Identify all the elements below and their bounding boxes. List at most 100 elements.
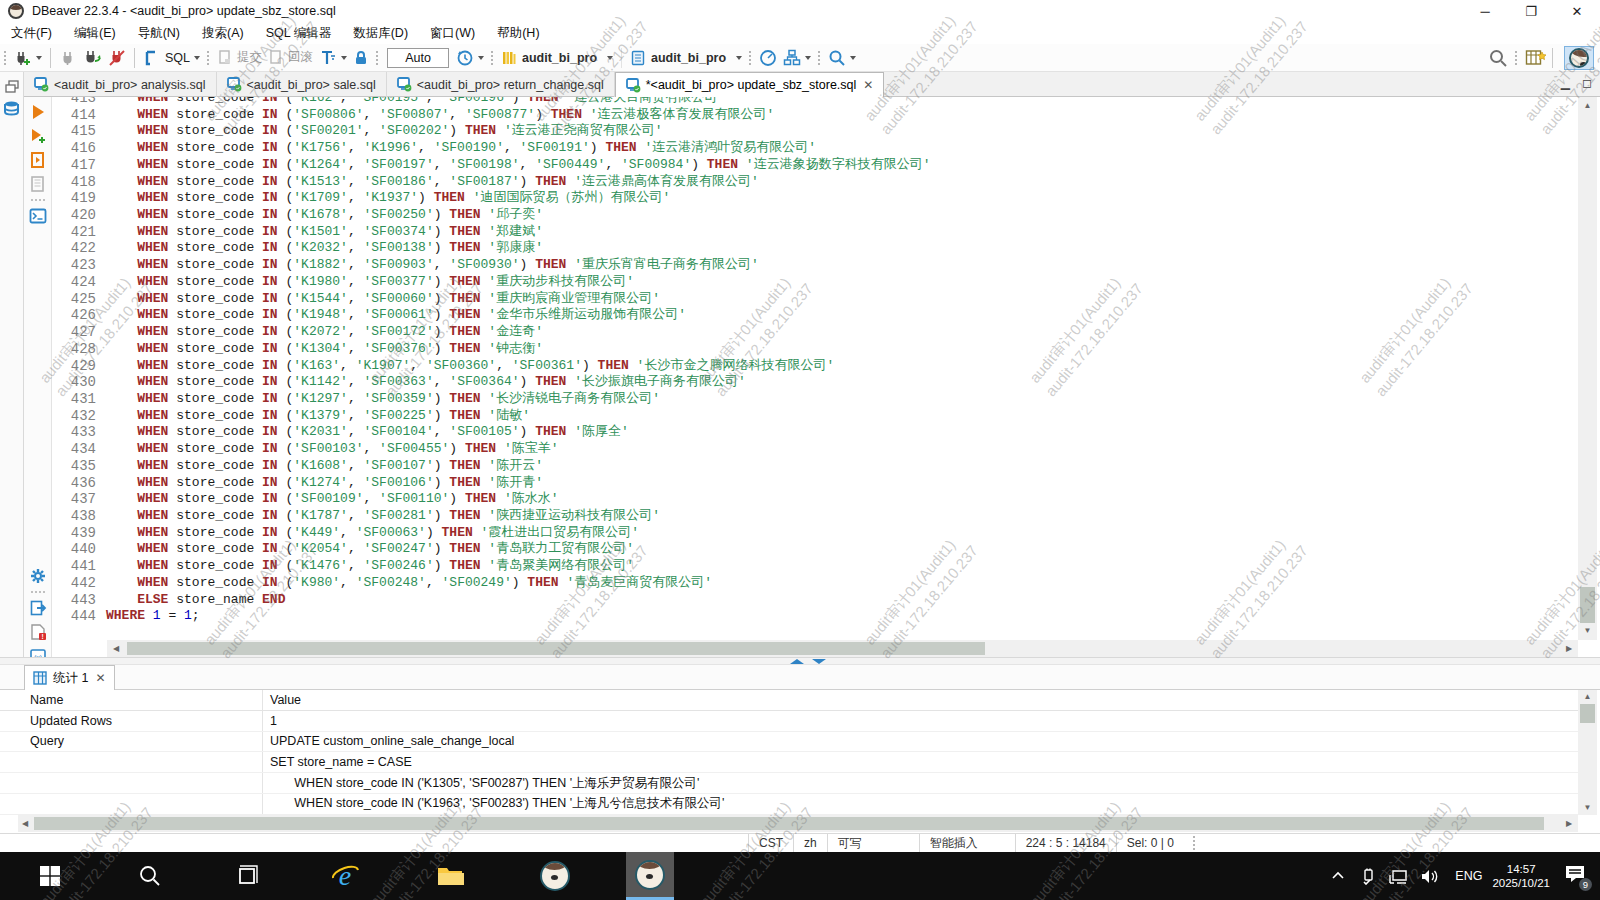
menu-item-3[interactable]: 搜索(A) [191, 25, 255, 42]
stats-row-0[interactable]: Updated Rows1 [0, 711, 1578, 732]
restore-button[interactable]: ❐ [1508, 0, 1554, 22]
dbeaver-active-taskbar-button[interactable] [626, 852, 674, 900]
editor-vertical-scrollbar[interactable]: ▲ ▼ [1578, 97, 1597, 640]
panel-sash[interactable] [0, 657, 1600, 665]
stats-row-3[interactable]: WHEN store_code IN ('K1305', 'SF00287') … [0, 773, 1578, 794]
commit-mode-combo[interactable]: Auto [387, 48, 449, 68]
speaker-icon[interactable] [1420, 868, 1439, 885]
code-line-427: 427 WHEN store_code IN ('K2072', 'SF0017… [52, 324, 930, 341]
code-line-423: 423 WHEN store_code IN ('K1882', 'SF0090… [52, 257, 930, 274]
database-selector[interactable]: audit_bi_pro [630, 46, 742, 70]
table-star-icon[interactable] [1525, 48, 1547, 68]
stats-row-1[interactable]: QueryUPDATE custom_online_sale_change_lo… [0, 732, 1578, 753]
settings-gear-icon[interactable] [29, 567, 47, 585]
sql-editor-button[interactable]: SQL [143, 46, 200, 70]
export-icon[interactable] [29, 599, 47, 617]
menu-item-4[interactable]: SQL 编辑器 [255, 25, 343, 42]
editor-tab-1[interactable]: <audit_bi_pro> sale.sql [217, 72, 387, 97]
editor-tab-0[interactable]: <audit_bi_pro> analysis.sql [24, 72, 217, 97]
code-line-413: 413 WHEN store_code IN ('K162', 'SF00195… [52, 97, 930, 107]
tab-close-icon[interactable]: ✕ [95, 671, 105, 685]
sql-editor[interactable]: 413 WHEN store_code IN ('K162', 'SF00195… [52, 97, 1578, 640]
line-number: 422 [52, 240, 100, 257]
status-segment-0: CST [748, 834, 793, 853]
minimize-view-icon[interactable]: ▁ [1561, 76, 1570, 90]
scroll-right-icon[interactable]: ▶ [1562, 640, 1576, 657]
editor-horizontal-scrollbar[interactable]: ◀ ▶ [107, 640, 1578, 657]
line-number: 440 [52, 541, 100, 558]
rollback-button[interactable]: 回滚 [268, 46, 313, 70]
results-horizontal-scrollbar[interactable]: ◀ ▶ [18, 815, 1578, 832]
scroll-down-icon[interactable]: ▼ [1578, 624, 1597, 638]
network-icon[interactable] [1389, 868, 1408, 885]
menu-item-6[interactable]: 窗口(W) [419, 25, 486, 42]
scroll-down-icon[interactable]: ▼ [1578, 801, 1597, 815]
results-vertical-scrollbar[interactable]: ▲ ▼ [1578, 690, 1597, 815]
close-button[interactable]: ✕ [1554, 0, 1600, 22]
sash-restore-icon[interactable] [790, 659, 804, 664]
title-bar: DBeaver 22.3.4 - <audit_bi_pro> update_s… [0, 0, 1600, 22]
validate-icon[interactable]: ! [29, 623, 47, 641]
tab-close-icon[interactable]: ✕ [863, 78, 873, 92]
clock[interactable]: 14:57 2025/10/21 [1492, 862, 1550, 890]
restore-view-icon[interactable] [5, 80, 19, 94]
stats-row-4[interactable]: WHEN store_code IN ('K1963', 'SF00283') … [0, 794, 1578, 815]
console-icon[interactable] [29, 207, 47, 225]
minimize-button[interactable]: ─ [1462, 0, 1508, 22]
sash-minimize-icon[interactable] [812, 659, 826, 664]
file-explorer-button[interactable] [426, 852, 474, 900]
scroll-up-icon[interactable]: ▲ [1578, 99, 1597, 113]
editor-tab-3[interactable]: *<audit_bi_pro> update_sbz_store.sql✕ [615, 72, 885, 97]
explain-plan-disabled-icon[interactable] [29, 175, 47, 193]
menu-item-2[interactable]: 导航(N) [127, 25, 191, 42]
svg-text:!: ! [41, 633, 43, 640]
editor-tab-label: <audit_bi_pro> sale.sql [247, 78, 376, 92]
editor-tab-2[interactable]: <audit_bi_pro> return_change.sql [387, 72, 615, 97]
statistics-tab[interactable]: 统计 1 ✕ [24, 665, 115, 690]
scroll-left-icon[interactable]: ◀ [18, 815, 32, 832]
transaction-mode-button[interactable] [319, 46, 347, 70]
execute-new-tab-icon[interactable] [29, 127, 47, 145]
menu-item-5[interactable]: 数据库(D) [342, 25, 419, 42]
dbeaver-taskbar-button[interactable] [531, 852, 579, 900]
execute-script-icon[interactable] [29, 151, 47, 169]
start-button[interactable] [26, 852, 74, 900]
line-number: 417 [52, 157, 100, 174]
database-navigator-icon[interactable] [3, 100, 20, 117]
connection-selector[interactable]: audit_bi_pro [501, 46, 613, 70]
tray-chevron-icon[interactable] [1330, 868, 1346, 884]
reconnect-button[interactable] [83, 46, 102, 70]
taskbar-search-button[interactable] [126, 852, 174, 900]
explain-plan-button[interactable] [783, 46, 811, 70]
stats-row-2[interactable]: SET store_name = CASE [0, 752, 1578, 773]
statistics-table[interactable]: NameValueUpdated Rows1QueryUPDATE custom… [0, 690, 1578, 815]
performance-button[interactable] [759, 46, 777, 70]
kill-connection-button[interactable] [108, 46, 126, 70]
action-center-button[interactable]: 9 [1564, 864, 1586, 888]
column-header-value[interactable]: Value [262, 690, 301, 710]
gray-search-icon[interactable] [1488, 48, 1508, 68]
language-indicator[interactable]: ENG [1455, 869, 1482, 883]
menu-item-0[interactable]: 文件(F) [0, 25, 63, 42]
execute-statement-icon[interactable] [29, 103, 47, 121]
menu-item-7[interactable]: 帮助(H) [486, 25, 550, 42]
user-avatar[interactable] [1564, 46, 1594, 70]
code-line-438: 438 WHEN store_code IN ('K1787', 'SF0028… [52, 508, 930, 525]
usb-icon[interactable] [1360, 868, 1377, 885]
commit-button[interactable]: 提交 [217, 46, 262, 70]
ie-button[interactable]: e [321, 852, 369, 900]
lock-button[interactable] [353, 46, 369, 70]
code-line-420: 420 WHEN store_code IN ('K1678', 'SF0025… [52, 207, 930, 224]
task-view-button[interactable] [223, 852, 271, 900]
search-button[interactable] [828, 46, 856, 70]
column-header-name[interactable]: Name [0, 693, 262, 707]
scroll-left-icon[interactable]: ◀ [109, 640, 123, 657]
disconnect-button[interactable] [59, 46, 77, 70]
maximize-view-icon[interactable]: ◻ [1582, 76, 1592, 90]
scroll-up-icon[interactable]: ▲ [1578, 690, 1597, 704]
menu-item-1[interactable]: 编辑(E) [63, 25, 127, 42]
line-number: 443 [52, 592, 100, 609]
scroll-right-icon[interactable]: ▶ [1562, 815, 1576, 832]
transaction-log-button[interactable] [456, 46, 484, 70]
connect-button[interactable] [14, 46, 42, 70]
